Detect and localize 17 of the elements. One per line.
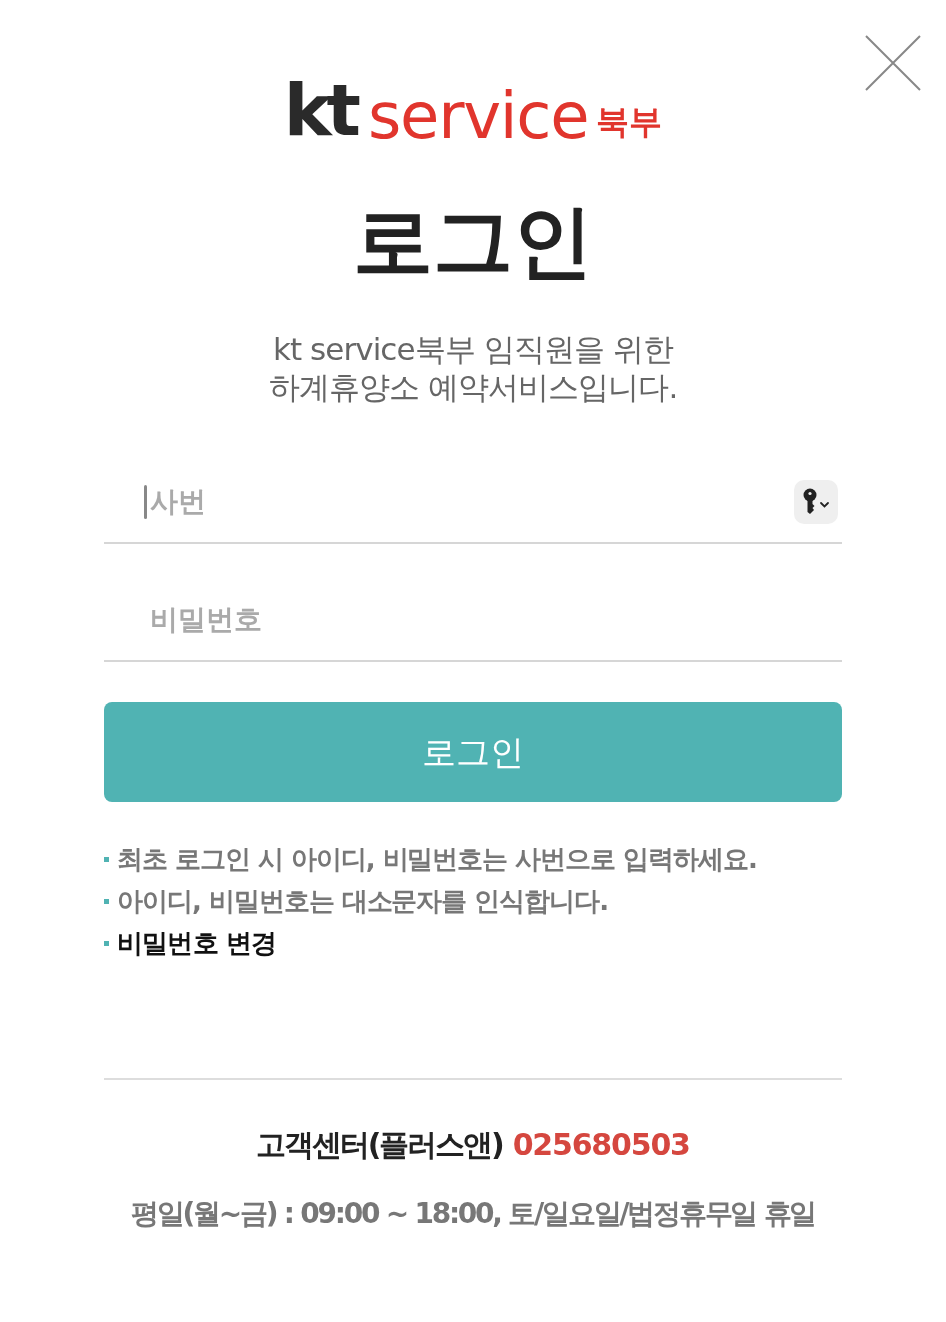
key-icon[interactable] [794,480,838,524]
change-password-link[interactable]: 비밀번호 변경 [117,928,277,958]
close-icon[interactable] [864,34,922,92]
input-field[interactable]: 비밀번호 [104,582,842,662]
bullet-icon [104,940,109,946]
bullet-icon [104,856,109,862]
business-hours-text: 평일(월~금) : 09:00 ~ 18:00, 토/일요일/법정휴무일 휴일 [129,1196,817,1232]
text-caret [144,485,147,519]
login-button[interactable]: 로그인 [104,702,842,802]
info-text: 아이디, 비밀번호는 대소문자를 인식합니다. [117,886,608,916]
page-title: 로그인 [353,202,593,282]
info-text: 최초 로그인 시 아이디, 비밀번호는 사번으로 입력하세요. [117,844,757,874]
subtitle-text: kt service북부 임직원을 위한 하계휴양소 예약서비스입니다. [268,330,678,406]
company-logo: kt service 북부 [283,74,663,146]
customer-center-label: 고객센터(플러스앤) [256,1126,503,1164]
phone-number-link[interactable]: 025680503 [512,1122,690,1167]
bullet-icon [104,898,109,904]
